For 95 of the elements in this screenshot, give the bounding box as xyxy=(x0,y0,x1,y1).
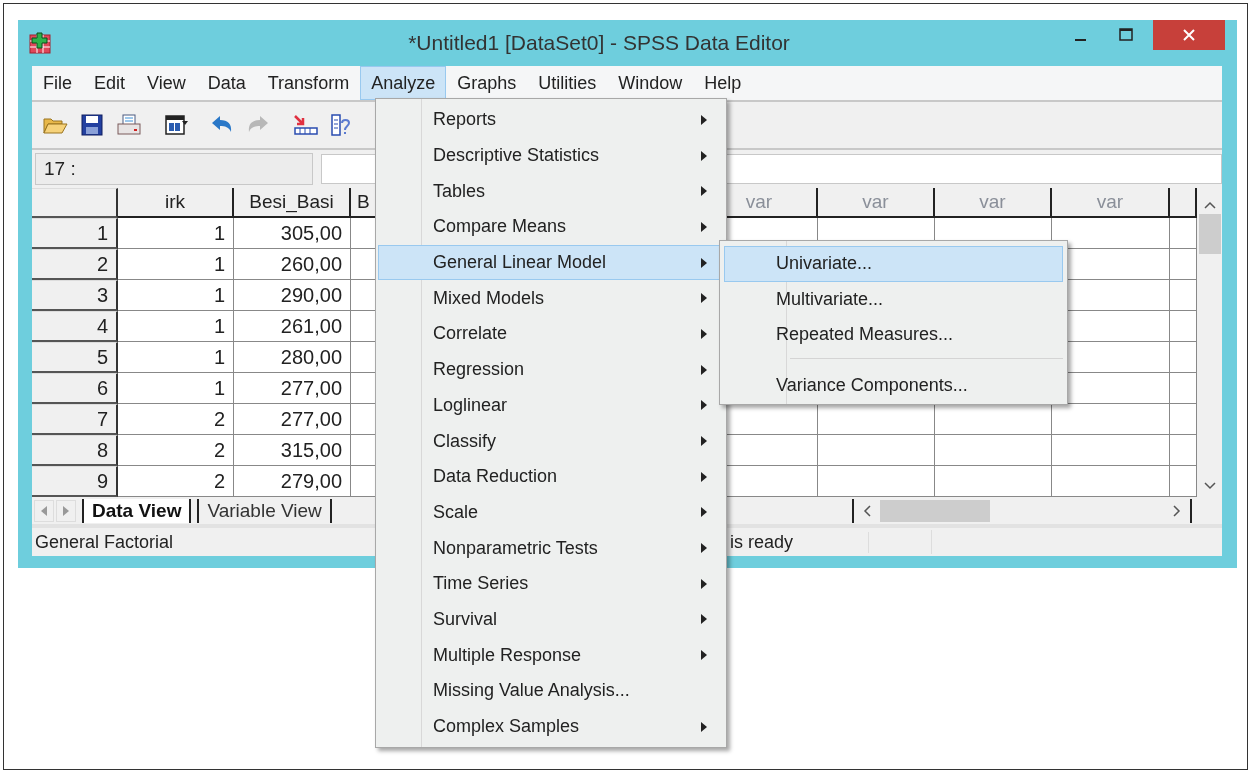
row-number[interactable]: 6 xyxy=(32,373,118,404)
table-cell: 277,00 xyxy=(234,404,351,435)
menu-item[interactable]: Classify xyxy=(378,423,724,459)
menu-item[interactable]: Univariate... xyxy=(724,246,1063,282)
menu-item[interactable]: Survival xyxy=(378,601,724,638)
variables-icon[interactable] xyxy=(330,113,352,137)
row-number[interactable]: 4 xyxy=(32,311,118,342)
table-cell: 1 xyxy=(118,311,234,342)
horizontal-scrollbar[interactable] xyxy=(852,498,1192,523)
menu-item[interactable]: Utilities xyxy=(527,66,608,100)
menu-item[interactable]: Nonparametric Tests xyxy=(378,530,724,566)
print-icon[interactable] xyxy=(116,113,142,137)
menu-item[interactable]: Variance Components... xyxy=(724,367,1063,403)
column-header[interactable]: Besi_Basi xyxy=(234,188,351,218)
table-cell: 2 xyxy=(118,466,234,497)
menu-item[interactable]: File xyxy=(32,66,83,100)
minimize-icon xyxy=(1074,39,1086,41)
menu-item[interactable]: Analyze xyxy=(360,66,447,100)
submenu-arrow-icon xyxy=(701,543,707,554)
menu-item[interactable]: View xyxy=(136,66,197,100)
submenu-arrow-icon xyxy=(701,293,707,304)
save-icon[interactable] xyxy=(80,113,104,137)
window-title: *Untitled1 [DataSet0] - SPSS Data Editor xyxy=(407,31,791,55)
row-number[interactable]: 5 xyxy=(32,342,118,373)
menu-item[interactable]: Reports xyxy=(378,102,724,138)
submenu-arrow-icon xyxy=(701,257,707,268)
row-number[interactable]: 2 xyxy=(32,249,118,280)
submenu-arrow-icon xyxy=(701,578,707,589)
submenu-arrow-icon xyxy=(701,400,707,411)
submenu-arrow-icon xyxy=(701,150,707,161)
table-cell: 260,00 xyxy=(234,249,351,280)
menu-item[interactable]: Multiple Response xyxy=(378,637,724,673)
table-cell: 290,00 xyxy=(234,280,351,311)
menu-item[interactable]: Help xyxy=(693,66,753,100)
menu-item[interactable]: Transform xyxy=(256,66,361,100)
app-icon xyxy=(29,32,51,54)
table-cell: 279,00 xyxy=(234,466,351,497)
table-cell: 305,00 xyxy=(234,218,351,249)
submenu-arrow-icon xyxy=(701,364,707,375)
table-cell: 315,00 xyxy=(234,435,351,466)
table-cell: 1 xyxy=(118,373,234,404)
scrollbar-thumb[interactable] xyxy=(1198,214,1221,254)
menu-item[interactable]: Data Reduction xyxy=(378,458,724,495)
submenu-arrow-icon xyxy=(701,507,707,518)
table-cell: 1 xyxy=(118,218,234,249)
row-number[interactable]: 9 xyxy=(32,466,118,497)
submenu-arrow-icon xyxy=(701,186,707,197)
scroll-left-icon[interactable] xyxy=(862,503,874,518)
status-text: General Factorial xyxy=(35,531,174,553)
menu-item[interactable]: Complex Samples xyxy=(378,708,724,745)
row-number[interactable]: 7 xyxy=(32,404,118,435)
scroll-right-icon[interactable] xyxy=(1170,503,1182,518)
scrollbar-thumb[interactable] xyxy=(880,499,990,522)
table-cell: 1 xyxy=(118,342,234,373)
menu-item[interactable]: Window xyxy=(607,66,694,100)
submenu-arrow-icon xyxy=(701,328,707,339)
scroll-down-icon[interactable] xyxy=(1202,481,1217,491)
menu-item[interactable]: Edit xyxy=(83,66,137,100)
menu-item[interactable]: Multivariate... xyxy=(724,281,1063,317)
submenu-arrow-icon xyxy=(701,114,707,125)
submenu-arrow-icon xyxy=(701,614,707,625)
submenu-arrow-icon xyxy=(701,221,707,232)
table-cell: 277,00 xyxy=(234,373,351,404)
cell-reference: 17 : xyxy=(35,153,313,185)
menu-item[interactable]: Time Series xyxy=(378,565,724,602)
menu-item[interactable]: Scale xyxy=(378,494,724,531)
maximize-icon xyxy=(1119,28,1133,42)
table-cell: 2 xyxy=(118,404,234,435)
close-icon xyxy=(1182,28,1196,42)
submenu-arrow-icon xyxy=(701,650,707,661)
submenu-arrow-icon xyxy=(701,721,707,732)
submenu-arrow-icon xyxy=(701,436,707,447)
status-text: is ready xyxy=(730,531,869,553)
menu-item[interactable]: Missing Value Analysis... xyxy=(378,673,724,709)
table-cell: 1 xyxy=(118,249,234,280)
table-cell: 280,00 xyxy=(234,342,351,373)
column-header[interactable]: irk xyxy=(118,188,234,218)
row-number[interactable]: 1 xyxy=(32,218,118,249)
row-number[interactable]: 8 xyxy=(32,435,118,466)
table-cell: 2 xyxy=(118,435,234,466)
view-tab[interactable]: Data View xyxy=(82,498,192,523)
submenu-arrow-icon xyxy=(701,471,707,482)
menu-item[interactable]: Repeated Measures... xyxy=(724,317,1063,353)
row-number[interactable]: 3 xyxy=(32,280,118,311)
table-cell: 1 xyxy=(118,280,234,311)
go-to-case-icon[interactable] xyxy=(292,113,318,137)
table-cell: 261,00 xyxy=(234,311,351,342)
view-tab[interactable]: Variable View xyxy=(197,498,332,523)
menu-item[interactable]: Descriptive Statistics xyxy=(378,137,724,174)
column-header[interactable] xyxy=(1170,188,1197,218)
scroll-up-icon[interactable] xyxy=(1202,200,1217,210)
menu-item[interactable]: Data xyxy=(196,66,257,100)
close-button[interactable] xyxy=(1153,20,1225,50)
dialog-icon[interactable] xyxy=(164,113,188,137)
menu-item[interactable]: Graphs xyxy=(446,66,528,100)
